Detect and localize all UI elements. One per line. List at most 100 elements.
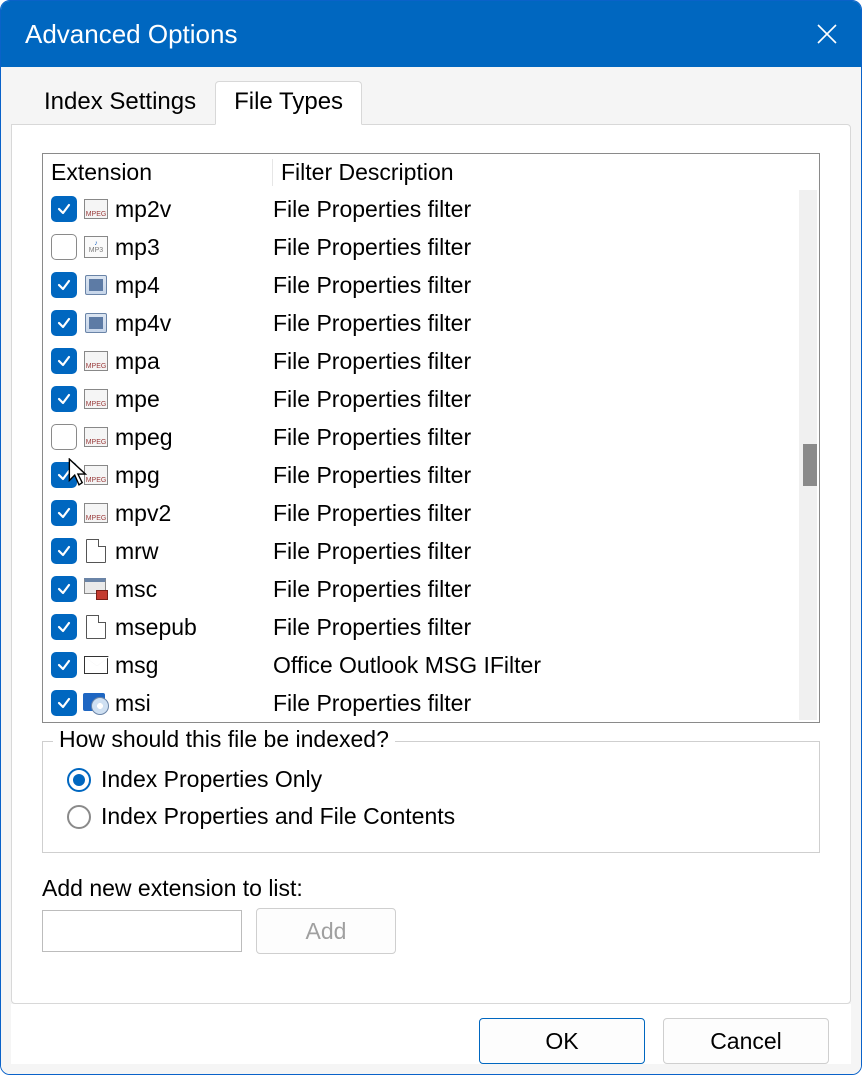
row-checkbox[interactable] [51,690,77,716]
radio-label: Index Properties and File Contents [101,803,455,830]
row-extension: msi [115,690,273,717]
tab-strip: Index Settings File Types [25,81,851,124]
table-row[interactable]: MPEGmp2vFile Properties filter [43,190,819,228]
row-filter-description: File Properties filter [273,196,819,223]
row-checkbox[interactable] [51,462,77,488]
row-extension: mp4v [115,310,273,337]
mpeg-file-icon: MPEG [83,348,109,374]
ok-button[interactable]: OK [479,1018,645,1064]
advanced-options-dialog: Advanced Options Index Settings File Typ… [0,0,862,1075]
row-extension: mpv2 [115,500,273,527]
mp3-file-icon: ♪MP3 [83,234,109,260]
table-row[interactable]: MPEGmpv2File Properties filter [43,494,819,532]
mpeg-file-icon: MPEG [83,462,109,488]
row-filter-description: File Properties filter [273,234,819,261]
row-filter-description: File Properties filter [273,348,819,375]
titlebar: Advanced Options [1,1,861,67]
tab-file-types[interactable]: File Types [215,81,362,125]
table-row[interactable]: msgOffice Outlook MSG IFilter [43,646,819,684]
radio-index-properties-only[interactable]: Index Properties Only [67,766,801,793]
row-checkbox[interactable] [51,234,77,260]
row-filter-description: File Properties filter [273,462,819,489]
scrollbar-thumb[interactable] [803,444,817,486]
row-filter-description: File Properties filter [273,386,819,413]
msc-file-icon [83,576,109,602]
row-checkbox[interactable] [51,538,77,564]
row-checkbox[interactable] [51,348,77,374]
table-row[interactable]: MPEGmpgFile Properties filter [43,456,819,494]
mpeg-file-icon: MPEG [83,500,109,526]
table-row[interactable]: MPEGmpegFile Properties filter [43,418,819,456]
row-extension: mpa [115,348,273,375]
radio-index-properties-and-contents[interactable]: Index Properties and File Contents [67,803,801,830]
row-filter-description: Office Outlook MSG IFilter [273,652,819,679]
row-checkbox[interactable] [51,614,77,640]
row-checkbox[interactable] [51,386,77,412]
table-row[interactable]: mp4File Properties filter [43,266,819,304]
table-row[interactable]: mrwFile Properties filter [43,532,819,570]
column-filter-description[interactable]: Filter Description [273,159,819,186]
table-row[interactable]: MPEGmpeFile Properties filter [43,380,819,418]
radio-icon [67,805,91,829]
video-file-icon [83,310,109,336]
row-extension: mpg [115,462,273,489]
row-extension: mrw [115,538,273,565]
row-checkbox[interactable] [51,424,77,450]
add-extension-input[interactable] [42,910,242,952]
row-filter-description: File Properties filter [273,424,819,451]
row-filter-description: File Properties filter [273,272,819,299]
row-checkbox[interactable] [51,310,77,336]
radio-icon [67,768,91,792]
tab-index-settings[interactable]: Index Settings [25,81,215,124]
row-filter-description: File Properties filter [273,538,819,565]
dialog-button-bar: OK Cancel [11,1004,851,1064]
row-checkbox[interactable] [51,272,77,298]
index-mode-legend: How should this file be indexed? [53,726,395,753]
radio-label: Index Properties Only [101,766,322,793]
row-filter-description: File Properties filter [273,500,819,527]
table-row[interactable]: mp4vFile Properties filter [43,304,819,342]
table-row[interactable]: MPEGmpaFile Properties filter [43,342,819,380]
close-button[interactable] [813,20,841,48]
row-extension: msg [115,652,273,679]
file-types-list[interactable]: Extension Filter Description MPEGmp2vFil… [42,153,820,723]
index-mode-group: How should this file be indexed? Index P… [42,741,820,853]
row-checkbox[interactable] [51,196,77,222]
window-title: Advanced Options [25,19,813,50]
msg-file-icon [83,652,109,678]
row-filter-description: File Properties filter [273,690,819,717]
mpeg-file-icon: MPEG [83,424,109,450]
table-row[interactable]: ♪MP3mp3File Properties filter [43,228,819,266]
mpeg-file-icon: MPEG [83,386,109,412]
table-row[interactable]: mscFile Properties filter [43,570,819,608]
page-file-icon [83,538,109,564]
row-checkbox[interactable] [51,500,77,526]
row-extension: mp4 [115,272,273,299]
disc-file-icon [83,690,109,716]
add-button[interactable]: Add [256,908,396,954]
row-extension: msc [115,576,273,603]
table-row[interactable]: msiFile Properties filter [43,684,819,722]
cancel-button[interactable]: Cancel [663,1018,829,1064]
table-row[interactable]: msepubFile Properties filter [43,608,819,646]
row-extension: mp2v [115,196,273,223]
row-extension: mpeg [115,424,273,451]
add-extension-row: Add [42,908,820,954]
row-filter-description: File Properties filter [273,614,819,641]
add-extension-label: Add new extension to list: [42,875,820,902]
video-file-icon [83,272,109,298]
row-extension: mpe [115,386,273,413]
row-checkbox[interactable] [51,576,77,602]
list-header: Extension Filter Description [43,154,819,190]
mpeg-file-icon: MPEG [83,196,109,222]
row-filter-description: File Properties filter [273,310,819,337]
column-extension[interactable]: Extension [43,159,273,186]
row-extension: mp3 [115,234,273,261]
page-file-icon [83,614,109,640]
row-filter-description: File Properties filter [273,576,819,603]
row-checkbox[interactable] [51,652,77,678]
list-body: MPEGmp2vFile Properties filter♪MP3mp3Fil… [43,190,819,722]
row-extension: msepub [115,614,273,641]
content-area: Index Settings File Types Extension Filt… [1,67,861,1074]
tab-panel-file-types: Extension Filter Description MPEGmp2vFil… [11,124,851,1004]
